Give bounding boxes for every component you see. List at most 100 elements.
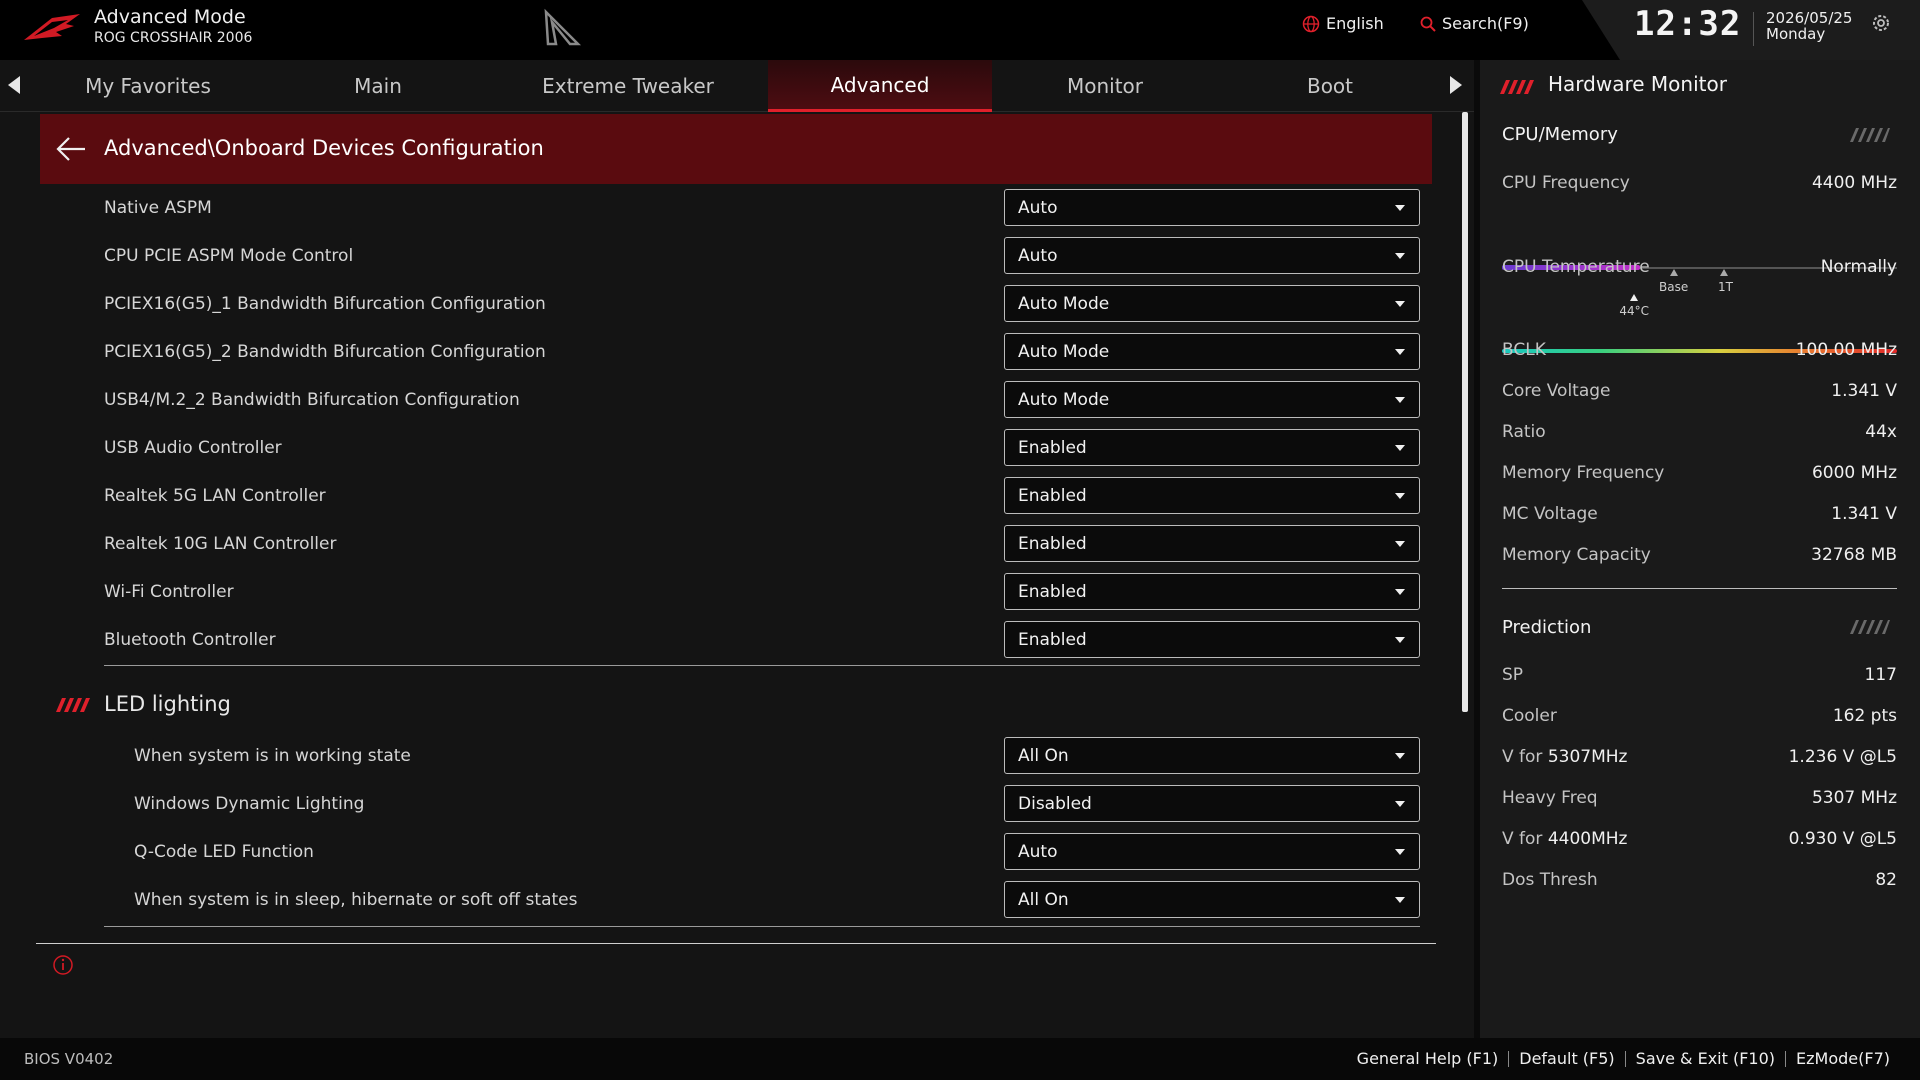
led-section-header[interactable]: LED lighting <box>56 690 656 720</box>
setting-select[interactable]: Auto <box>1004 833 1420 870</box>
caret-down-icon <box>1395 541 1405 547</box>
setting-select[interactable]: Enabled <box>1004 621 1420 658</box>
v-for-label: V for <box>1502 747 1548 767</box>
hw-label: BCLK <box>1502 340 1546 360</box>
setting-row-pciex16-1-bifurcation[interactable]: PCIEX16(G5)_1 Bandwidth Bifurcation Conf… <box>0 280 1420 328</box>
setting-select[interactable]: Auto Mode <box>1004 285 1420 322</box>
setting-select[interactable]: All On <box>1004 881 1420 918</box>
hw-value: 82 <box>1875 870 1897 890</box>
setting-label: USB Audio Controller <box>104 438 282 458</box>
hw-value: 44x <box>1865 422 1897 442</box>
cpu-temperature-row: CPU Temperature Normally <box>1502 257 1897 279</box>
tab-scroll-left-icon[interactable] <box>8 76 20 94</box>
hw-label: SP <box>1502 665 1524 685</box>
tab-boot[interactable]: Boot <box>1218 60 1442 112</box>
setting-select[interactable]: Enabled <box>1004 525 1420 562</box>
tab-extreme-tweaker[interactable]: Extreme Tweaker <box>516 60 740 112</box>
select-value: Auto <box>1018 198 1058 218</box>
hw-label: Memory Capacity <box>1502 545 1651 565</box>
caret-down-icon <box>1395 301 1405 307</box>
search-button[interactable]: Search(F9) <box>1420 14 1529 33</box>
setting-row-wifi[interactable]: Wi-Fi Controller Enabled <box>0 568 1420 616</box>
section-divider <box>104 926 1420 927</box>
system-clock[interactable]: 12:32 <box>1634 4 1741 44</box>
setting-row-cpu-pcie-aspm[interactable]: CPU PCIE ASPM Mode Control Auto <box>0 232 1420 280</box>
tab-scroll-right-icon[interactable] <box>1450 76 1462 94</box>
select-value: Auto <box>1018 246 1058 266</box>
setting-row-led-sleep-state[interactable]: When system is in sleep, hibernate or so… <box>0 876 1420 924</box>
caret-down-icon <box>1395 349 1405 355</box>
hw-value: 162 pts <box>1832 706 1897 726</box>
setting-select[interactable]: Auto Mode <box>1004 333 1420 370</box>
setting-select[interactable]: Disabled <box>1004 785 1420 822</box>
hardware-monitor-panel: Hardware Monitor CPU/Memory CPU Frequenc… <box>1480 60 1920 1038</box>
setting-row-native-aspm[interactable]: Native ASPM Auto <box>0 184 1420 232</box>
section-stripes-icon <box>1850 128 1890 142</box>
setting-row-usb4-m2-bifurcation[interactable]: USB4/M.2_2 Bandwidth Bifurcation Configu… <box>0 376 1420 424</box>
hw-label: CPU Temperature <box>1502 257 1650 277</box>
setting-row-usb-audio[interactable]: USB Audio Controller Enabled <box>0 424 1420 472</box>
v-for-5307mhz-row: V for 5307MHz 1.236 V @L5 <box>1502 747 1897 769</box>
tab-advanced[interactable]: Advanced <box>768 60 992 112</box>
setting-row-realtek-5g-lan[interactable]: Realtek 5G LAN Controller Enabled <box>0 472 1420 520</box>
setting-select[interactable]: Enabled <box>1004 573 1420 610</box>
date-label: 2026/05/25 <box>1766 9 1853 27</box>
select-value: Enabled <box>1018 630 1087 650</box>
v-for-4400mhz-row: V for 4400MHz 0.930 V @L5 <box>1502 829 1897 851</box>
setting-select[interactable]: Auto <box>1004 189 1420 226</box>
gear-icon[interactable] <box>1870 12 1892 34</box>
setting-row-bluetooth[interactable]: Bluetooth Controller Enabled <box>0 616 1420 664</box>
setting-label: Bluetooth Controller <box>104 630 276 650</box>
footer-hotkeys: General Help (F1) Default (F5) Save & Ex… <box>1357 1049 1890 1068</box>
setting-select[interactable]: All On <box>1004 737 1420 774</box>
setting-select[interactable]: Enabled <box>1004 429 1420 466</box>
v-for-frequency: 4400MHz <box>1547 829 1628 849</box>
tab-my-favorites[interactable]: My Favorites <box>36 60 260 112</box>
hw-label: Core Voltage <box>1502 381 1611 401</box>
default-button[interactable]: Default (F5) <box>1519 1049 1614 1068</box>
bios-version: BIOS V0402 <box>24 1050 114 1068</box>
select-value: Disabled <box>1018 794 1092 814</box>
general-help-button[interactable]: General Help (F1) <box>1357 1049 1499 1068</box>
hw-value: 5307 MHz <box>1811 788 1897 808</box>
select-value: Auto Mode <box>1018 390 1110 410</box>
caret-down-icon <box>1395 445 1405 451</box>
setting-label: USB4/M.2_2 Bandwidth Bifurcation Configu… <box>104 390 520 410</box>
bclk-row: BCLK 100.00 MHz <box>1502 340 1897 362</box>
back-arrow-icon[interactable] <box>56 136 86 162</box>
caret-down-icon <box>1395 493 1405 499</box>
section-divider <box>104 665 1420 666</box>
language-label: English <box>1326 14 1384 33</box>
tab-monitor[interactable]: Monitor <box>993 60 1217 112</box>
v-for-frequency: 5307MHz <box>1547 747 1628 767</box>
caret-down-icon <box>1395 253 1405 259</box>
hw-label: V for 5307MHz <box>1502 747 1627 767</box>
setting-row-qcode-led[interactable]: Q-Code LED Function Auto <box>0 828 1420 876</box>
tab-main[interactable]: Main <box>266 60 490 112</box>
setting-row-led-working-state[interactable]: When system is in working state All On <box>0 732 1420 780</box>
setting-label: Native ASPM <box>104 198 212 218</box>
setting-row-pciex16-2-bifurcation[interactable]: PCIEX16(G5)_2 Bandwidth Bifurcation Conf… <box>0 328 1420 376</box>
setting-label: Wi-Fi Controller <box>104 582 234 602</box>
setting-select[interactable]: Auto Mode <box>1004 381 1420 418</box>
language-button[interactable]: English <box>1302 14 1384 33</box>
save-exit-button[interactable]: Save & Exit (F10) <box>1636 1049 1775 1068</box>
ezmode-button[interactable]: EzMode(F7) <box>1796 1049 1890 1068</box>
hw-value: 4400 MHz <box>1811 173 1897 193</box>
setting-select[interactable]: Auto <box>1004 237 1420 274</box>
cpu-frequency-row: CPU Frequency 4400 MHz <box>1502 173 1897 195</box>
select-value: Enabled <box>1018 438 1087 458</box>
hw-value: 1.341 V <box>1831 504 1897 524</box>
hw-label: Ratio <box>1502 422 1546 442</box>
setting-select[interactable]: Enabled <box>1004 477 1420 514</box>
setting-label: PCIEX16(G5)_1 Bandwidth Bifurcation Conf… <box>104 294 546 314</box>
select-value: All On <box>1018 746 1069 766</box>
select-value: Enabled <box>1018 486 1087 506</box>
settings-scrollbar[interactable] <box>1462 112 1468 712</box>
setting-label: PCIEX16(G5)_2 Bandwidth Bifurcation Conf… <box>104 342 546 362</box>
setting-row-windows-dynamic-lighting[interactable]: Windows Dynamic Lighting Disabled <box>0 780 1420 828</box>
hw-label: V for 4400MHz <box>1502 829 1627 849</box>
setting-row-realtek-10g-lan[interactable]: Realtek 10G LAN Controller Enabled <box>0 520 1420 568</box>
select-value: Auto Mode <box>1018 294 1110 314</box>
v-for-label: V for <box>1502 829 1548 849</box>
